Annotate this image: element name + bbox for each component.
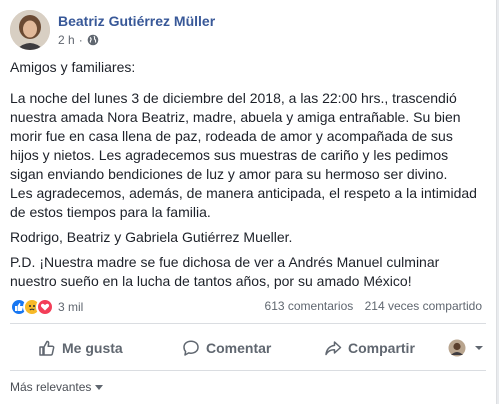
like-button[interactable]: Me gusta — [38, 333, 123, 363]
post-stats: 3 mil 613 comentarios 214 veces comparti… — [10, 296, 490, 318]
post-actions: Me gusta Comentar Compartir — [10, 333, 490, 363]
sort-label: Más relevantes — [10, 380, 92, 394]
like-label: Me gusta — [62, 340, 123, 356]
reactions-summary[interactable]: 3 mil — [10, 298, 83, 316]
chevron-down-icon — [475, 346, 483, 350]
stats-divider — [10, 323, 486, 324]
share-button[interactable]: Compartir — [324, 333, 415, 363]
actions-divider — [10, 370, 486, 371]
comments-count[interactable]: 613 comentarios — [265, 299, 354, 313]
post-paragraph: Les agradecemos, además, de manera antic… — [10, 185, 477, 220]
reactions-count: 3 mil — [58, 300, 84, 314]
author-avatar[interactable] — [10, 10, 50, 50]
post-time[interactable]: 2 h — [58, 33, 75, 47]
post-card: Beatriz Gutiérrez Müller 2 h · Amigos y … — [0, 0, 497, 404]
reaction-profile-selector[interactable] — [448, 333, 484, 363]
post-meta: 2 h · — [58, 33, 99, 47]
comment-sort-dropdown[interactable]: Más relevantes — [10, 380, 104, 394]
shares-count[interactable]: 214 veces compartido — [365, 299, 482, 313]
post-header: Beatriz Gutiérrez Müller 2 h · — [10, 10, 480, 54]
thumbs-up-icon — [39, 340, 55, 356]
engagement-counts: 613 comentarios 214 veces compartido — [265, 299, 482, 313]
author-name[interactable]: Beatriz Gutiérrez Müller — [58, 13, 215, 29]
meta-separator: · — [78, 33, 83, 47]
comment-label: Comentar — [206, 340, 272, 356]
share-icon — [325, 341, 342, 356]
profile-thumbnail-icon — [448, 339, 466, 357]
comment-icon — [183, 340, 199, 356]
love-reaction-icon — [36, 298, 54, 316]
comment-button[interactable]: Comentar — [182, 333, 271, 363]
share-label: Compartir — [348, 340, 415, 356]
caret-down-icon — [95, 384, 104, 390]
post-greeting: Amigos y familiares: — [10, 59, 136, 75]
post-paragraph: La noche del lunes 3 de diciembre del 20… — [10, 90, 461, 182]
post-text: Amigos y familiares: La noche del lunes … — [10, 58, 480, 291]
post-signature: Rodrigo, Beatriz y Gabriela Gutiérrez Mu… — [10, 229, 293, 245]
globe-icon[interactable] — [87, 34, 99, 46]
post-postscript: P.D. ¡Nuestra madre se fue dichosa de ve… — [10, 254, 440, 289]
